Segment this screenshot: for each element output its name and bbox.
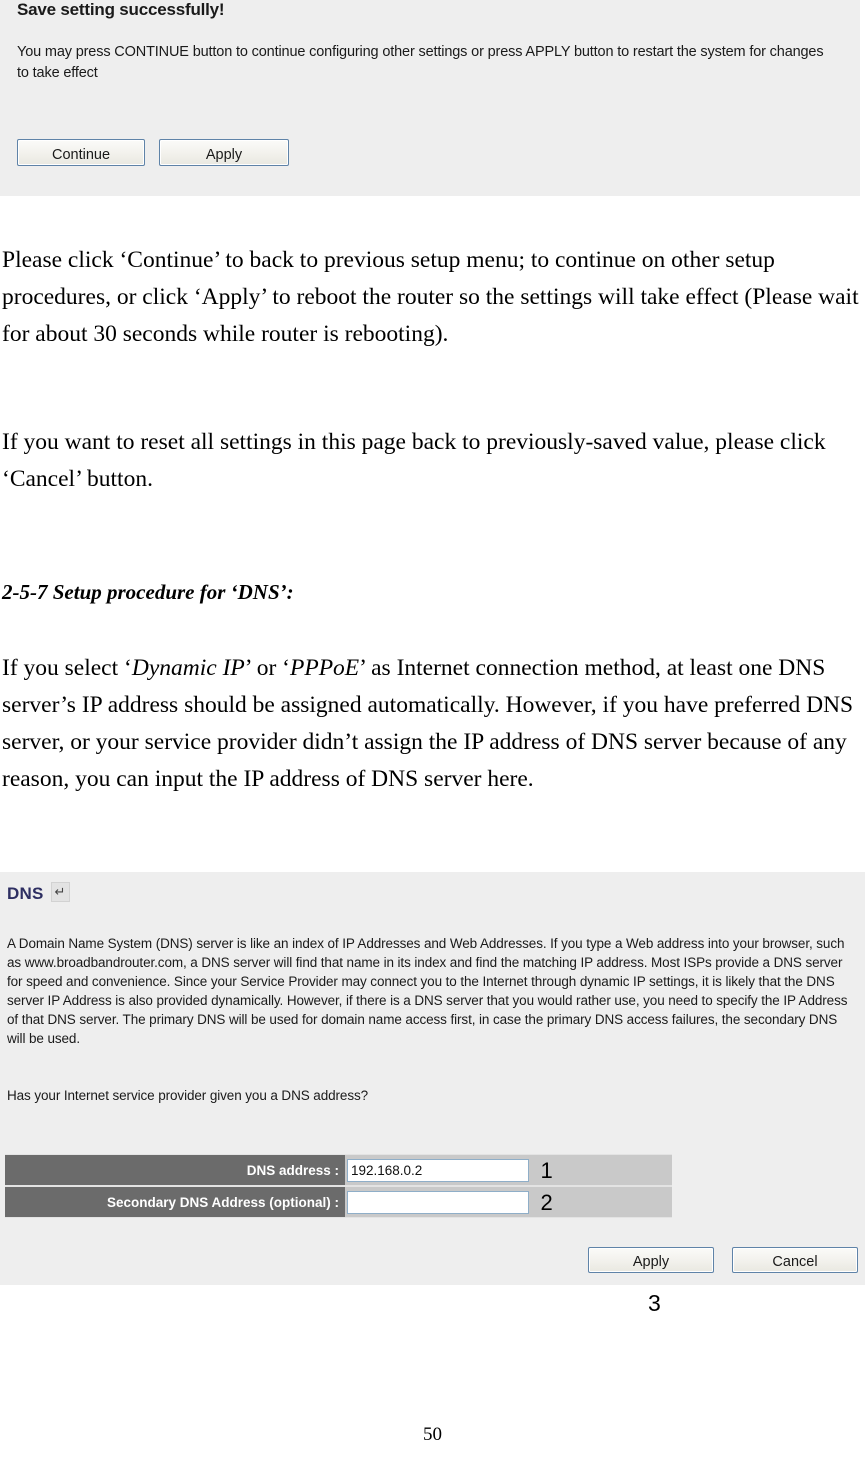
- dns-settings-panel: DNS ↵ A Domain Name System (DNS) server i…: [0, 872, 865, 1285]
- section-heading-2-5-7: 2-5-7 Setup procedure for ‘DNS’:: [2, 580, 294, 604]
- paragraph-3-segment-2: ’ or ‘: [244, 655, 290, 681]
- continue-button[interactable]: Continue: [17, 139, 145, 166]
- apply-button-top[interactable]: Apply: [159, 139, 289, 166]
- dns-form-table: DNS address : 1 Secondary DNS Address (o…: [5, 1154, 672, 1218]
- continue-button-label: Continue: [51, 146, 111, 163]
- dns-address-label: DNS address :: [5, 1154, 345, 1186]
- manual-paragraph-2: If you want to reset all settings in thi…: [2, 429, 826, 492]
- secondary-dns-address-label: Secondary DNS Address (optional) :: [5, 1186, 345, 1218]
- apply-button-top-label: Apply: [205, 146, 243, 163]
- dns-address-input[interactable]: [347, 1158, 529, 1182]
- table-row: DNS address : 1: [5, 1154, 672, 1186]
- broken-image-icon: ↵: [50, 882, 70, 902]
- dns-description-text: A Domain Name System (DNS) server is lik…: [7, 936, 848, 1046]
- page-number: 50: [423, 1424, 442, 1445]
- dns-address-value-cell: 1: [345, 1154, 672, 1186]
- save-setting-title: Save setting successfully!: [17, 0, 225, 19]
- save-setting-panel: Save setting successfully! You may press…: [0, 0, 860, 196]
- callout-1: 1: [540, 1158, 553, 1183]
- table-row: Secondary DNS Address (optional) : 2: [5, 1186, 672, 1218]
- dns-panel-heading: DNS ↵: [7, 882, 70, 904]
- paragraph-3-emphasis-pppoe: PPPoE: [289, 655, 360, 681]
- manual-paragraph-1: Please click ‘Continue’ to back to previ…: [2, 247, 859, 347]
- save-setting-message: You may press CONTINUE button to continu…: [17, 44, 824, 81]
- cancel-button-dns[interactable]: Cancel: [732, 1247, 858, 1273]
- apply-button-dns[interactable]: Apply: [588, 1247, 714, 1273]
- callout-3: 3: [648, 1290, 661, 1316]
- cancel-button-dns-label: Cancel: [772, 1254, 818, 1271]
- paragraph-3-emphasis-dynamic-ip: Dynamic IP: [131, 655, 245, 681]
- manual-paragraph-3: If you select ‘Dynamic IP’ or ‘PPPoE’ as…: [2, 650, 864, 798]
- dns-panel-heading-label: DNS: [7, 884, 44, 903]
- dns-question-text: Has your Internet service provider given…: [7, 1088, 369, 1103]
- callout-2: 2: [540, 1190, 553, 1215]
- paragraph-3-segment-1: If you select ‘: [2, 655, 132, 681]
- secondary-dns-address-input[interactable]: [347, 1190, 529, 1214]
- secondary-dns-address-value-cell: 2: [345, 1186, 672, 1218]
- apply-button-dns-label: Apply: [632, 1254, 670, 1271]
